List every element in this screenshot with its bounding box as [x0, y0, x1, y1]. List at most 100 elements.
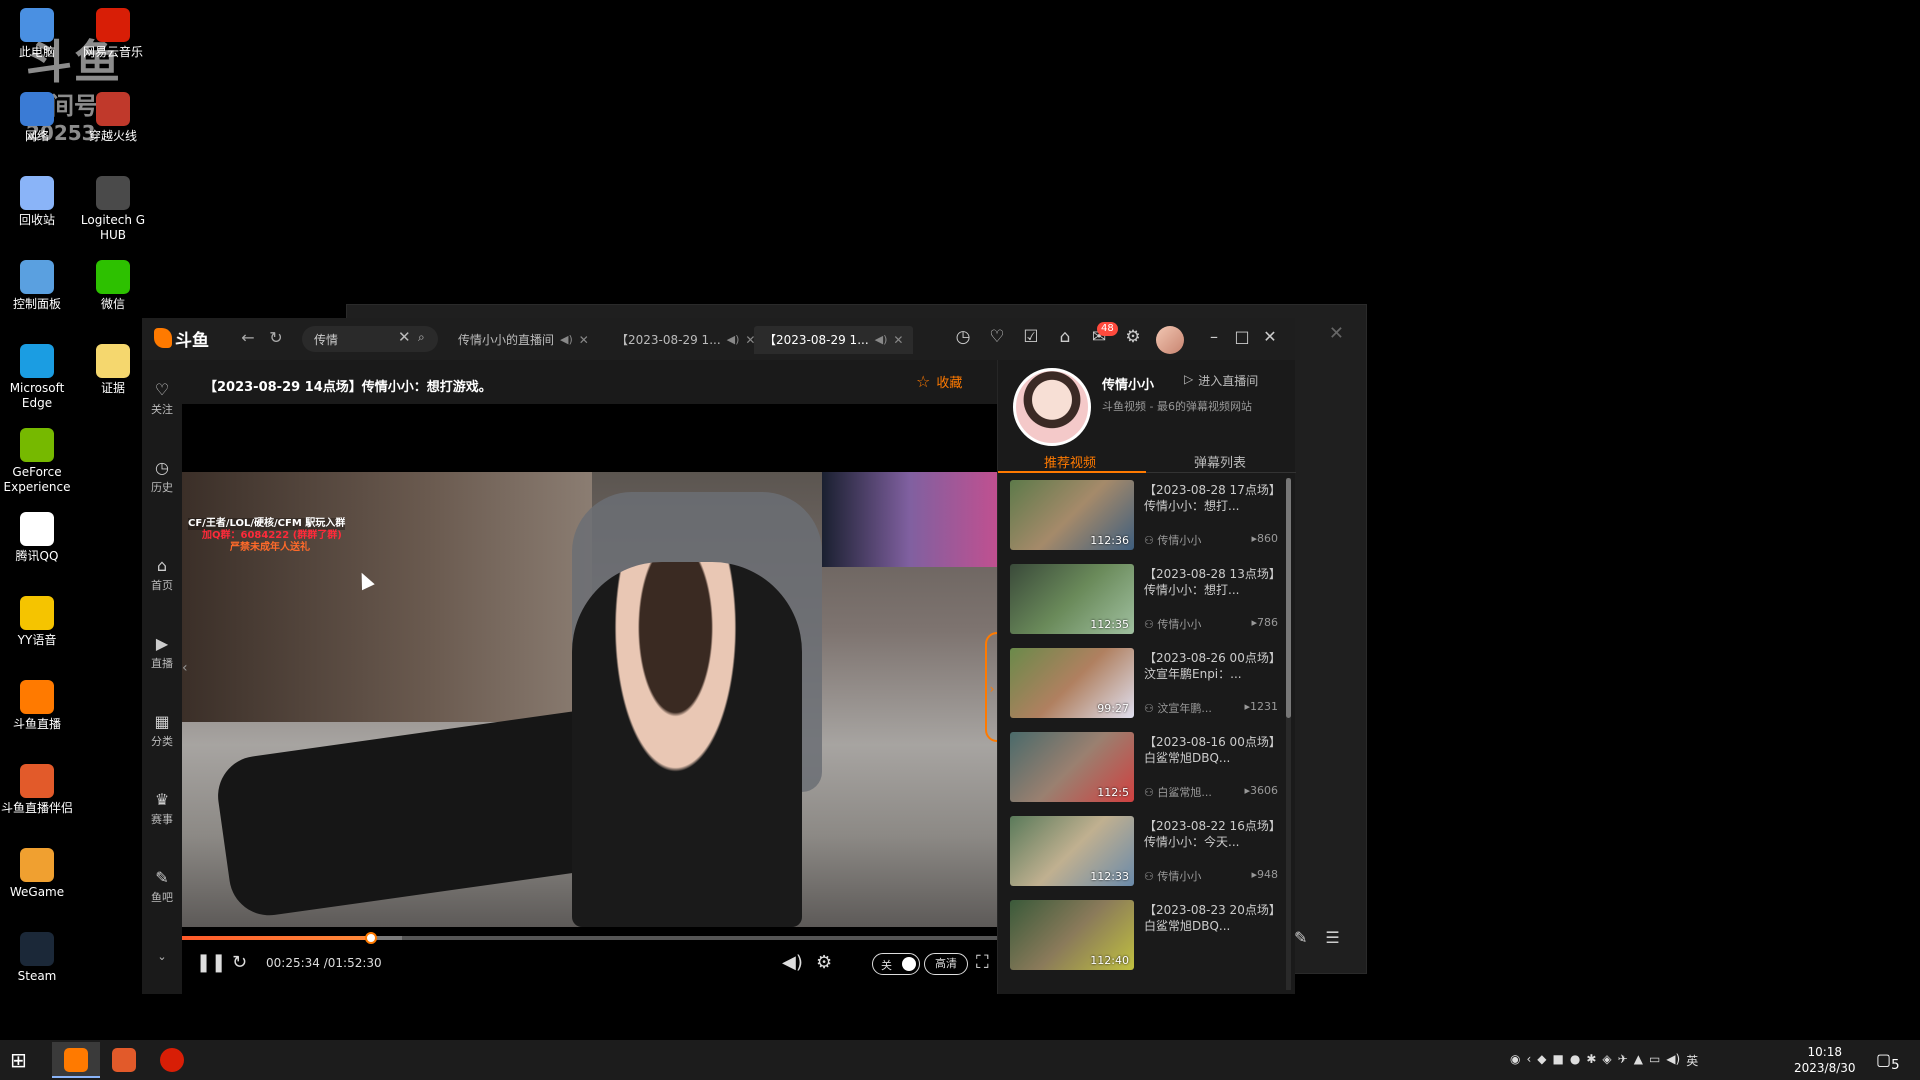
- tray-mic-icon[interactable]: ●: [1570, 1052, 1580, 1069]
- desktop-icon-control-panel[interactable]: 控制面板: [0, 260, 75, 312]
- back-arrow-icon[interactable]: ←: [238, 328, 258, 348]
- desktop-icon-folder[interactable]: 证据: [75, 344, 151, 396]
- video-title[interactable]: 【2023-08-28 13点场】传情小小：想打...: [1144, 566, 1278, 598]
- chevron-down-icon[interactable]: ⌄: [142, 950, 182, 963]
- video-title[interactable]: 【2023-08-22 16点场】传情小小：今天...: [1144, 818, 1278, 850]
- minimize-icon[interactable]: –: [1204, 327, 1224, 346]
- desktop-icon-computer[interactable]: 此电脑: [0, 8, 75, 60]
- video-list-item[interactable]: 99:27 【2023-08-26 00点场】汶宣年鹏Enpi：... ⚇ 汶宣年鹏…: [1010, 648, 1280, 732]
- enter-room-button[interactable]: ▷ 进入直播间: [1184, 372, 1258, 389]
- list-icon[interactable]: ☰: [1325, 928, 1339, 947]
- tab-close-icon[interactable]: ✕: [893, 326, 903, 354]
- volume-icon[interactable]: ◀): [782, 952, 803, 973]
- scrollbar-thumb[interactable]: [1286, 478, 1291, 718]
- video-title[interactable]: 【2023-08-23 20点场】白鲨常旭DBQ...: [1144, 902, 1278, 934]
- tray-network-icon[interactable]: ▭: [1649, 1052, 1660, 1069]
- video-thumbnail[interactable]: 112:35: [1010, 564, 1134, 634]
- tab-danmaku-list[interactable]: 弹幕列表: [1194, 452, 1246, 471]
- replay-icon[interactable]: ↻: [232, 952, 247, 973]
- video-thumbnail[interactable]: 112:40: [1010, 900, 1134, 970]
- search-input[interactable]: [314, 330, 392, 348]
- video-frame[interactable]: CF/王者/LOL/硬核/CFM 駅玩入群 加Q群：6084222 (群群了群)…: [182, 472, 997, 927]
- tray-douyu-icon[interactable]: ◆: [1537, 1052, 1546, 1069]
- sidebar-item-grid[interactable]: ▦ 分类: [142, 712, 182, 749]
- windows-start-icon[interactable]: ⊞: [10, 1048, 34, 1072]
- sidebar-item-forum[interactable]: ✎ 鱼吧: [142, 868, 182, 905]
- desktop-icon-qq[interactable]: 腾讯QQ: [0, 512, 75, 564]
- scrollbar[interactable]: [1286, 478, 1291, 990]
- close-icon[interactable]: ✕: [1329, 323, 1344, 344]
- sidebar-item-clock[interactable]: ◷ 历史: [142, 458, 182, 495]
- video-player[interactable]: CF/王者/LOL/硬核/CFM 駅玩入群 加Q群：6084222 (群群了群)…: [182, 404, 997, 994]
- clear-icon[interactable]: ✕: [398, 328, 411, 346]
- desktop-icon-crossfire[interactable]: 穿越火线: [75, 92, 151, 144]
- sidebar-item-home[interactable]: ⌂ 首页: [142, 556, 182, 593]
- tray-nvidia-icon[interactable]: ▲: [1634, 1052, 1643, 1069]
- desktop-icon-geforce[interactable]: GeForce Experience: [0, 428, 75, 495]
- clock[interactable]: 10:18 2023/8/30: [1794, 1044, 1856, 1076]
- video-list-item[interactable]: 112:36 【2023-08-28 17点场】传情小小：想打... ⚇ 传情小小 ▸…: [1010, 480, 1280, 564]
- taskbar-netease-music[interactable]: [148, 1042, 196, 1078]
- progress-bar[interactable]: [182, 932, 997, 944]
- desktop-icon-steam[interactable]: Steam: [0, 932, 75, 984]
- streamer-avatar[interactable]: [1013, 368, 1091, 446]
- video-list-item[interactable]: 112:5 【2023-08-16 00点场】白鲨常旭DBQ... ⚇ 白鲨常旭..…: [1010, 732, 1280, 816]
- danmaku-toggle[interactable]: 关: [872, 953, 920, 975]
- notification-center-icon[interactable]: ▢5: [1876, 1050, 1900, 1073]
- shirt-icon[interactable]: ⌂: [1054, 326, 1076, 348]
- input-method[interactable]: 英: [1686, 1052, 1698, 1069]
- tray-bluetooth-icon[interactable]: ✱: [1586, 1052, 1596, 1069]
- taskbar-douyu[interactable]: [52, 1042, 100, 1078]
- desktop-icon-logitech[interactable]: Logitech G HUB: [75, 176, 151, 243]
- refresh-icon[interactable]: ↻: [266, 328, 286, 348]
- video-list-item[interactable]: 112:33 【2023-08-22 16点场】传情小小：今天... ⚇ 传情小小 ▸…: [1010, 816, 1280, 900]
- collapse-left-icon[interactable]: ‹: [182, 660, 192, 690]
- desktop-icon-edge[interactable]: Microsoft Edge: [0, 344, 75, 411]
- sidebar-item-heart[interactable]: ♡ 关注: [142, 380, 182, 417]
- mute-icon[interactable]: ◀): [875, 326, 888, 354]
- tab-video-1[interactable]: 【2023-08-29 1... ◀) ✕: [616, 326, 755, 354]
- quality-button[interactable]: 高清: [924, 953, 968, 975]
- video-thumbnail[interactable]: 112:5: [1010, 732, 1134, 802]
- pause-icon[interactable]: ❚❚: [196, 952, 226, 973]
- pin-icon[interactable]: ✎: [1294, 928, 1307, 947]
- douyu-logo[interactable]: 斗鱼: [154, 325, 216, 351]
- settings-icon[interactable]: ⚙: [1122, 326, 1144, 348]
- video-title[interactable]: 【2023-08-16 00点场】白鲨常旭DBQ...: [1144, 734, 1278, 766]
- tab-close-icon[interactable]: ✕: [579, 326, 589, 354]
- desktop-icon-wegame[interactable]: WeGame: [0, 848, 75, 900]
- desktop-icon-douyu[interactable]: 斗鱼直播: [0, 680, 75, 732]
- tab-video-2[interactable]: 【2023-08-29 1... ◀) ✕: [754, 326, 914, 354]
- sidebar-item-trophy[interactable]: ♛ 赛事: [142, 790, 182, 827]
- desktop-icon-yy[interactable]: YY语音: [0, 596, 75, 648]
- user-avatar[interactable]: [1156, 326, 1184, 354]
- history-icon[interactable]: ◷: [952, 326, 974, 348]
- video-thumbnail[interactable]: 99:27: [1010, 648, 1134, 718]
- desktop-icon-recycle-bin[interactable]: 回收站: [0, 176, 75, 228]
- video-list-item[interactable]: 112:35 【2023-08-28 13点场】传情小小：想打... ⚇ 传情小小 ▸…: [1010, 564, 1280, 648]
- progress-knob[interactable]: [365, 932, 378, 944]
- fullscreen-icon[interactable]: ⛶: [976, 952, 989, 973]
- tray-volume-icon[interactable]: ◀): [1666, 1052, 1680, 1069]
- tray-netease-icon[interactable]: ◉: [1510, 1052, 1520, 1069]
- tray-network-status-icon[interactable]: ✈: [1618, 1052, 1628, 1069]
- follow-icon[interactable]: ♡: [986, 326, 1008, 348]
- desktop-icon-wechat[interactable]: 微信: [75, 260, 151, 312]
- expand-right-handle[interactable]: ›: [985, 632, 997, 742]
- video-title[interactable]: 【2023-08-26 00点场】汶宣年鹏Enpi：...: [1144, 650, 1278, 682]
- desktop-icon-douyu-companion[interactable]: 斗鱼直播伴侣: [0, 764, 75, 816]
- desktop-icon-netease-music[interactable]: 网易云音乐: [75, 8, 151, 60]
- sidebar-item-live[interactable]: ▶ 直播: [142, 634, 182, 671]
- video-thumbnail[interactable]: 112:36: [1010, 480, 1134, 550]
- maximize-icon[interactable]: □: [1232, 327, 1252, 346]
- tab-recommended[interactable]: 推荐视频: [1044, 452, 1096, 471]
- search-icon[interactable]: ⌕: [418, 330, 425, 345]
- video-thumbnail[interactable]: 112:33: [1010, 816, 1134, 886]
- video-title[interactable]: 【2023-08-28 17点场】传情小小：想打...: [1144, 482, 1278, 514]
- tab-live-room[interactable]: 传情小小的直播间 ◀) ✕: [458, 326, 589, 354]
- player-settings-icon[interactable]: ⚙: [816, 952, 832, 973]
- taskbar-douyu-companion[interactable]: [100, 1042, 148, 1078]
- close-window-icon[interactable]: ✕: [1260, 327, 1280, 346]
- mute-icon[interactable]: ◀): [727, 326, 740, 354]
- tray-chevron-icon[interactable]: ‹: [1526, 1052, 1531, 1069]
